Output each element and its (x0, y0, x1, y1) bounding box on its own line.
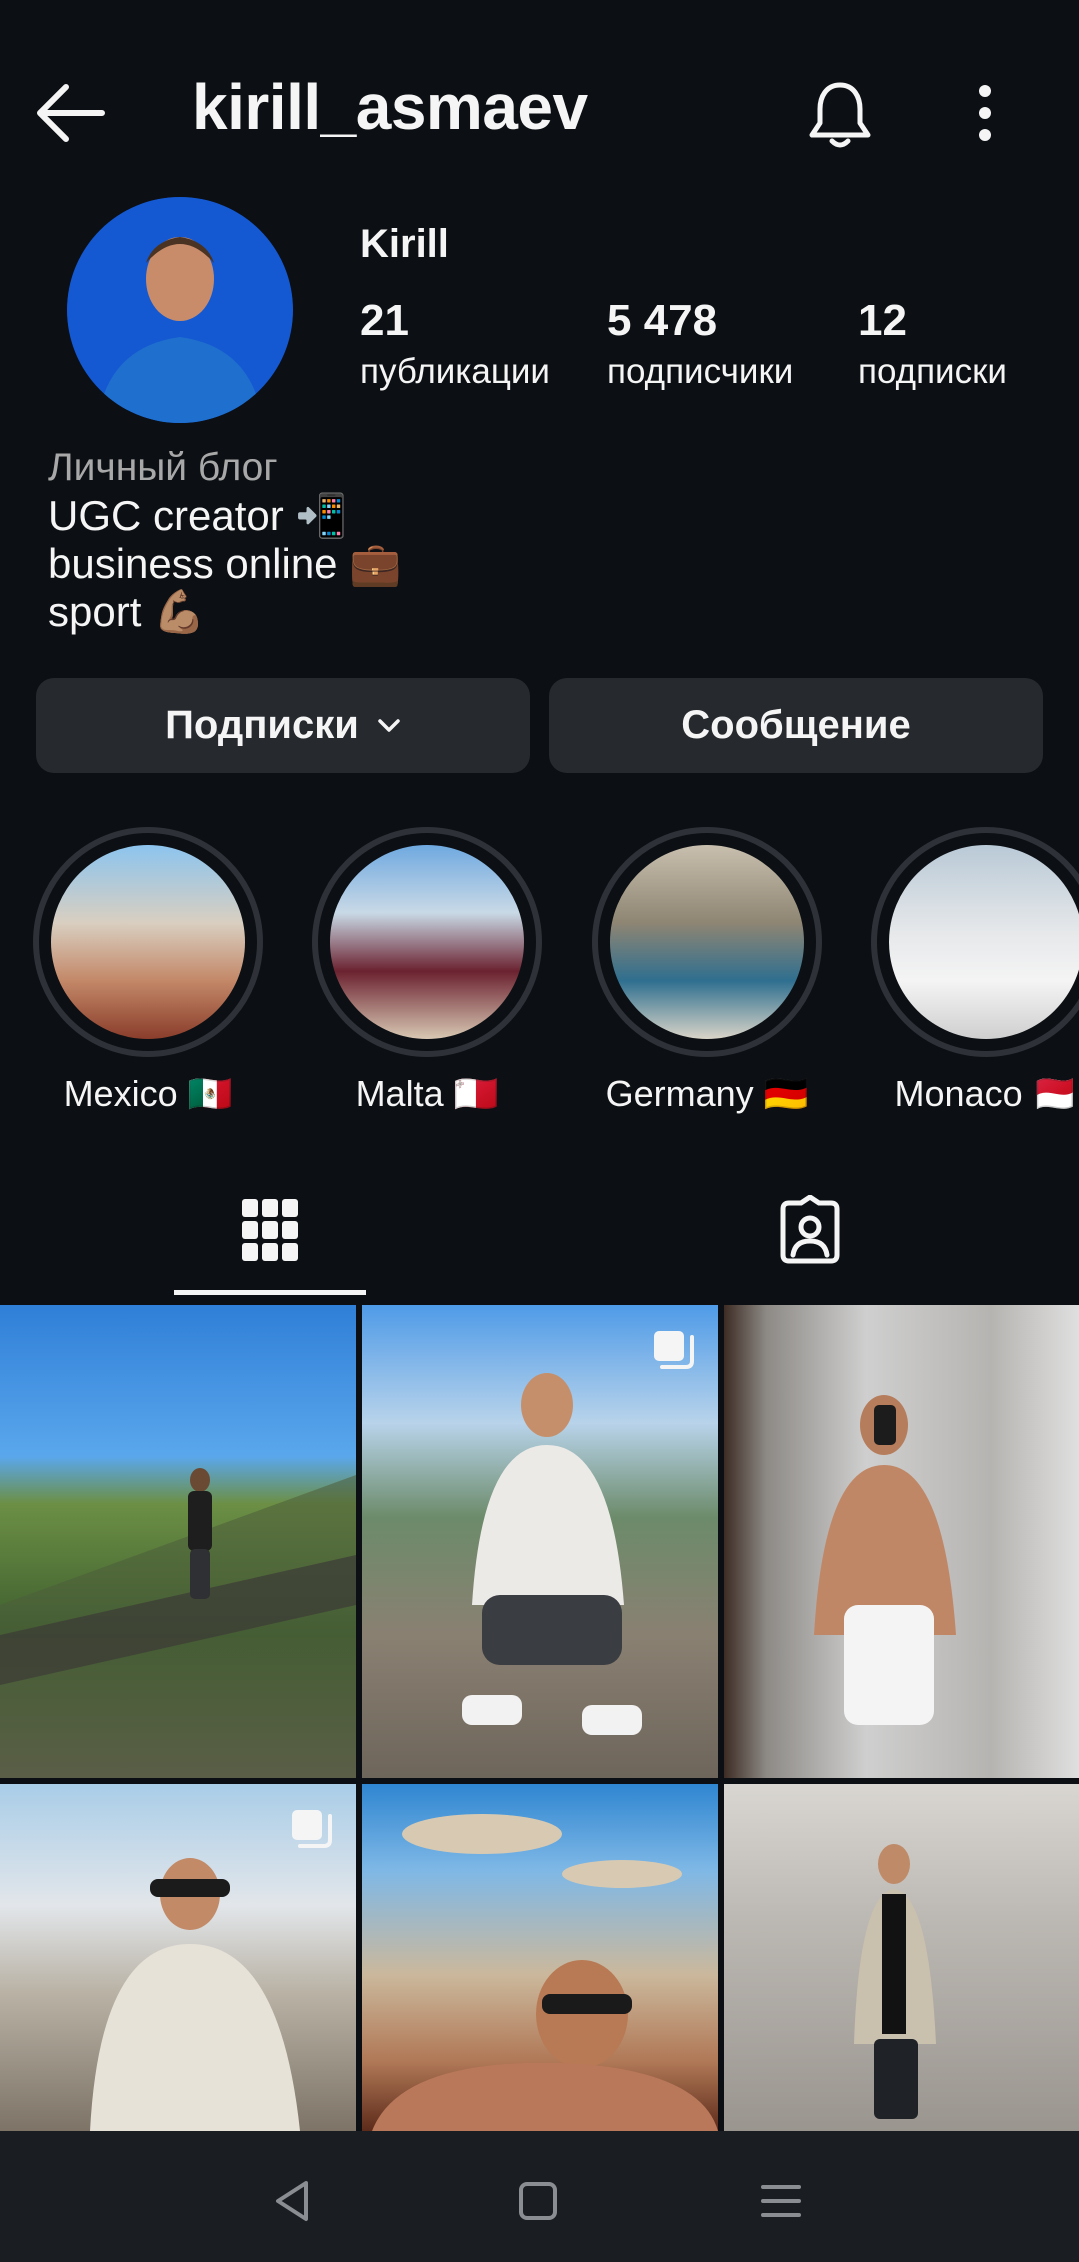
bio-line: sport 💪🏽 (48, 588, 206, 635)
active-tab-indicator (174, 1290, 366, 1295)
story-highlight-germany[interactable]: Germany 🇩🇪 (592, 827, 822, 1115)
tab-posts-grid[interactable] (174, 1165, 366, 1295)
post-thumbnail[interactable] (0, 1784, 356, 2131)
post-image (0, 1468, 356, 1778)
avatar-image (67, 197, 293, 423)
highlight-cover (51, 845, 245, 1039)
bell-icon (809, 82, 871, 148)
back-triangle-icon (276, 2181, 308, 2221)
notifications-button[interactable] (800, 75, 880, 155)
post-image (372, 1814, 718, 2131)
chevron-down-icon (378, 718, 400, 732)
system-recents-button[interactable] (751, 2171, 811, 2231)
menu-lines-icon (761, 2185, 801, 2217)
profile-avatar[interactable] (67, 197, 293, 423)
highlight-ring (592, 827, 822, 1057)
tab-tagged[interactable] (710, 1165, 910, 1295)
bio-line: UGC creator 📲 (48, 492, 348, 539)
posts-count: 21 (360, 296, 409, 345)
carousel-post-icon (292, 1810, 332, 1848)
followers-label: подписчики (607, 352, 794, 391)
post-image (462, 1373, 642, 1735)
highlight-ring (871, 827, 1079, 1057)
profile-username: kirill_asmaev (192, 71, 588, 143)
bio-line: business online 💼 (48, 540, 402, 587)
profile-bio: Личный блог UGC creator 📲 business onlin… (48, 444, 1048, 636)
post-thumbnail[interactable] (362, 1305, 718, 1778)
highlight-label: Monaco 🇲🇨 (894, 1073, 1078, 1114)
following-button-label: Подписки (165, 703, 359, 747)
highlight-cover (889, 845, 1079, 1039)
post-image (814, 1395, 956, 1725)
posts-count-stat[interactable]: 21 публикации (360, 296, 550, 392)
story-highlight-mexico[interactable]: Mexico 🇲🇽 (33, 827, 263, 1115)
highlight-cover (610, 845, 804, 1039)
bio-category: Личный блог (48, 446, 278, 489)
highlight-label: Malta 🇲🇹 (355, 1073, 499, 1114)
following-label: подписки (858, 352, 1007, 391)
system-back-button[interactable] (262, 2171, 322, 2231)
more-vertical-icon (979, 85, 991, 141)
highlight-label: Germany 🇩🇪 (605, 1073, 809, 1114)
home-square-icon (519, 2182, 557, 2220)
grid-icon (242, 1199, 298, 1261)
post-thumbnail[interactable] (724, 1305, 1079, 1778)
following-button[interactable]: Подписки (36, 678, 530, 773)
highlight-cover (330, 845, 524, 1039)
followers-count-stat[interactable]: 5 478 подписчики (607, 296, 793, 392)
top-bar: kirill_asmaev (0, 0, 1079, 225)
carousel-post-icon (654, 1331, 694, 1369)
back-arrow-icon (37, 84, 105, 142)
post-image (854, 1844, 936, 2119)
followers-count: 5 478 (607, 296, 718, 345)
message-button[interactable]: Сообщение (549, 678, 1043, 773)
tagged-person-icon (780, 1195, 840, 1264)
back-button[interactable] (30, 78, 110, 148)
story-highlight-monaco[interactable]: Monaco 🇲🇨 (871, 827, 1079, 1115)
more-options-button[interactable] (955, 75, 1015, 155)
highlight-label: Mexico 🇲🇽 (63, 1073, 233, 1114)
story-highlight-malta[interactable]: Malta 🇲🇹 (312, 827, 542, 1115)
posts-label: публикации (360, 352, 550, 391)
following-count-stat[interactable]: 12 подписки (858, 296, 1007, 392)
message-button-label: Сообщение (681, 703, 911, 747)
system-home-button[interactable] (508, 2171, 568, 2231)
profile-display-name: Kirill (360, 222, 449, 266)
highlight-ring (33, 827, 263, 1057)
post-thumbnail[interactable] (362, 1784, 718, 2131)
following-count: 12 (858, 296, 907, 345)
highlight-ring (312, 827, 542, 1057)
post-thumbnail[interactable] (724, 1784, 1079, 2131)
system-navigation-bar (0, 2131, 1079, 2262)
post-thumbnail[interactable] (0, 1305, 356, 1778)
